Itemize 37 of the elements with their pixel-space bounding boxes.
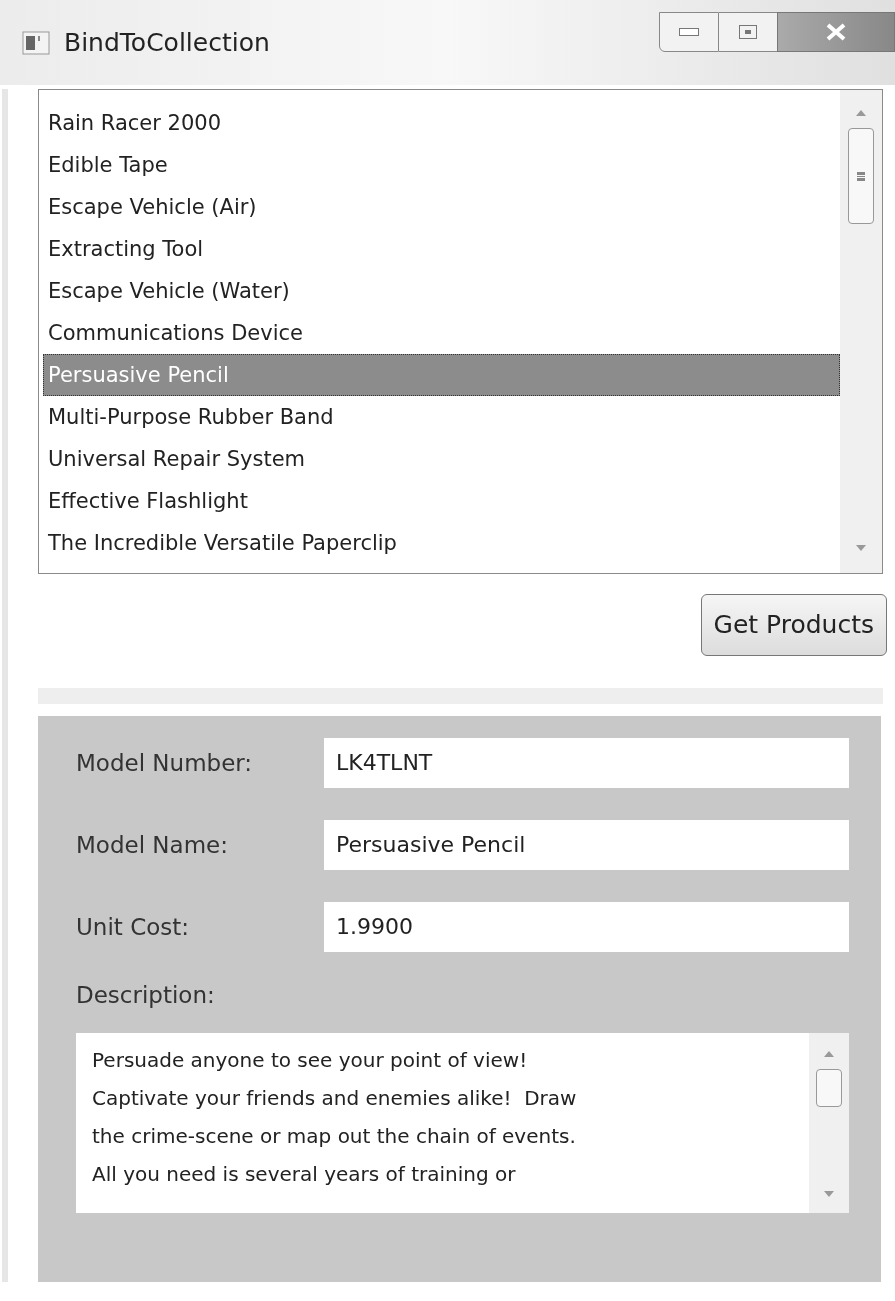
description-box[interactable]: Persuade anyone to see your point of view! Captivate your friends and enemies alike! Draw the crime-scene or map out the chain of events. All you need is several years of training or	[76, 1032, 849, 1213]
scrollbar[interactable]	[809, 1032, 849, 1213]
input-field[interactable]: Persuasive Pencil	[324, 820, 849, 870]
scroll-up-icon[interactable]	[824, 1050, 834, 1057]
list-item[interactable]: Effective Flashlight	[43, 480, 840, 522]
scroll-up-icon[interactable]	[856, 110, 866, 116]
description-line: Persuade anyone to see your point of view!	[92, 1046, 529, 1074]
get-products-button[interactable]: Get Products	[700, 594, 887, 656]
field-label: Model Name:	[76, 830, 229, 860]
list-item[interactable]: The Incredible Versatile Paperclip	[43, 522, 840, 564]
description-line: Captivate your friends and enemies alike! Draw	[92, 1084, 578, 1112]
close-icon	[825, 23, 847, 41]
scroll-thumb[interactable]	[816, 1068, 842, 1107]
minimize-button[interactable]	[659, 12, 719, 52]
description-line: the crime-scene or map out the chain of events.	[92, 1122, 577, 1150]
list-item[interactable]: Escape Vehicle (Water)	[43, 270, 840, 312]
list-item[interactable]: Communications Device	[43, 312, 840, 354]
list-item[interactable]: Multi-Purpose Rubber Band	[43, 396, 840, 438]
list-item[interactable]: Escape Vehicle (Air)	[43, 186, 840, 228]
scroll-down-icon[interactable]	[856, 545, 866, 551]
field-label: Unit Cost:	[76, 912, 190, 942]
description-line: All you need is several years of training or	[92, 1160, 517, 1188]
close-button[interactable]	[777, 12, 895, 52]
scrollbar[interactable]	[840, 90, 882, 573]
scroll-thumb[interactable]	[848, 128, 874, 224]
description-label: Description:	[76, 981, 216, 1010]
list-item[interactable]: Extracting Tool	[43, 228, 840, 270]
app-icon	[22, 30, 50, 55]
list-item[interactable]: Edible Tape	[43, 144, 840, 186]
field-label: Model Number:	[76, 748, 254, 778]
input-field[interactable]: 1.9900	[324, 902, 849, 952]
maximize-button[interactable]	[719, 12, 777, 52]
scroll-down-icon[interactable]	[824, 1190, 834, 1197]
window-title: BindToCollection	[64, 26, 270, 59]
list-item[interactable]: Rain Racer 2000	[43, 102, 840, 144]
input-field[interactable]: LK4TLNT	[324, 738, 849, 788]
list-item[interactable]: Universal Repair System	[43, 438, 840, 480]
